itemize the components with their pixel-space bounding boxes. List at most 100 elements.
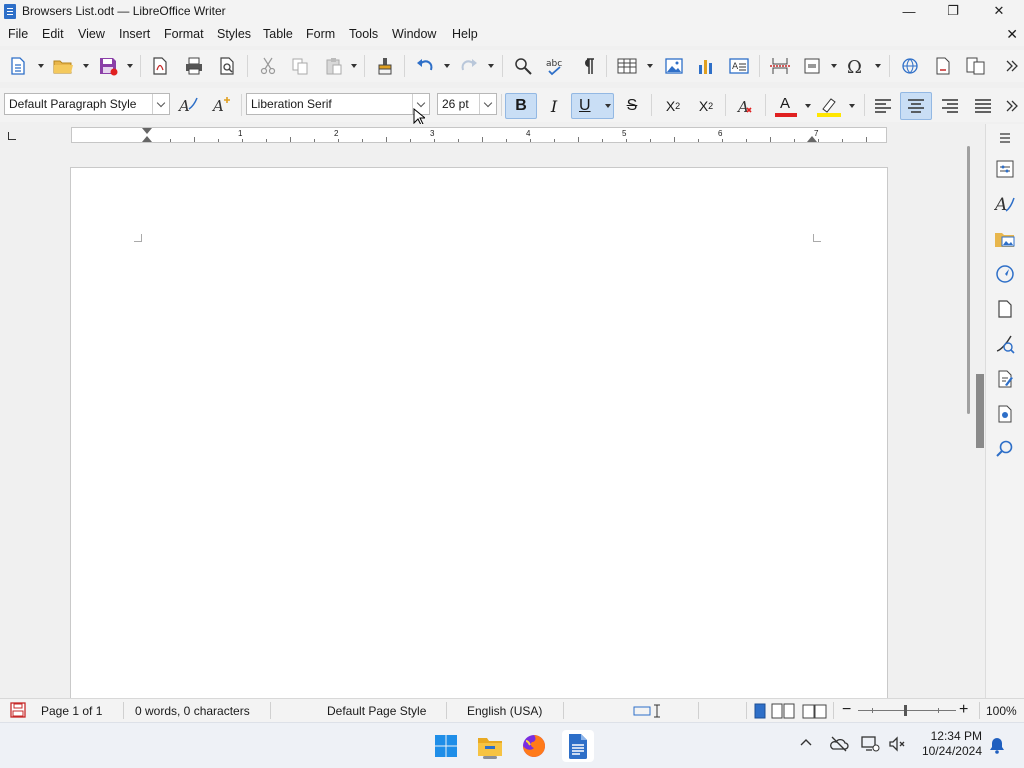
- document-canvas[interactable]: [0, 146, 975, 698]
- zoom-slider-thumb[interactable]: [904, 705, 907, 716]
- export-pdf-icon[interactable]: [148, 54, 172, 78]
- open-folder-icon[interactable]: [51, 54, 75, 78]
- highlighting-dropdown-arrow[interactable]: [848, 94, 856, 118]
- subscript-button[interactable]: X2: [694, 94, 718, 118]
- zoom-slider[interactable]: [858, 705, 956, 716]
- find-icon[interactable]: [993, 437, 1017, 461]
- bold-button[interactable]: B: [505, 93, 537, 119]
- menu-tools[interactable]: Tools: [349, 27, 378, 41]
- more-formatting-chevron-icon[interactable]: [1000, 94, 1024, 118]
- document-page[interactable]: [70, 167, 888, 698]
- cut-icon[interactable]: [256, 54, 280, 78]
- menu-format[interactable]: Format: [164, 27, 204, 41]
- scrollbar-thumb[interactable]: [967, 146, 970, 414]
- table-dropdown-arrow[interactable]: [646, 54, 654, 78]
- save-icon[interactable]: [96, 54, 120, 78]
- vertical-scrollbar[interactable]: [963, 146, 975, 698]
- insert-textbox-icon[interactable]: A: [727, 54, 751, 78]
- font-name-combo[interactable]: Liberation Serif: [246, 93, 430, 115]
- save-dropdown-arrow[interactable]: [126, 54, 134, 78]
- highlighting-color-button[interactable]: [817, 94, 841, 118]
- maximize-button[interactable]: ❐: [930, 0, 976, 22]
- undo-icon[interactable]: [413, 54, 437, 78]
- sidebar-menu-icon[interactable]: [993, 126, 1017, 150]
- insert-table-icon[interactable]: [615, 54, 639, 78]
- align-right-icon[interactable]: [938, 94, 962, 118]
- close-document-button[interactable]: ✕: [1006, 26, 1018, 43]
- selection-mode-icon[interactable]: [633, 703, 663, 719]
- paste-dropdown-arrow[interactable]: [350, 54, 358, 78]
- font-size-combo[interactable]: 26 pt: [437, 93, 497, 115]
- document-modified-icon[interactable]: [10, 702, 26, 718]
- hyperlink-icon[interactable]: [898, 54, 922, 78]
- print-icon[interactable]: [182, 54, 206, 78]
- manage-changes-icon[interactable]: [993, 367, 1017, 391]
- network-icon[interactable]: [860, 735, 880, 753]
- align-center-icon[interactable]: [900, 92, 932, 120]
- clone-formatting-icon[interactable]: [373, 54, 397, 78]
- first-line-indent-marker[interactable]: [142, 128, 152, 134]
- volume-muted-icon[interactable]: [887, 735, 907, 753]
- more-toolbar-chevron-icon[interactable]: [1000, 54, 1024, 78]
- page-style-status[interactable]: Default Page Style: [327, 704, 426, 718]
- multi-page-view-icon[interactable]: [771, 703, 797, 719]
- notifications-bell-icon[interactable]: [988, 736, 1006, 754]
- font-color-dropdown-arrow[interactable]: [804, 94, 812, 118]
- show-hidden-icons-chevron-icon[interactable]: [798, 735, 814, 751]
- left-indent-marker[interactable]: [142, 136, 152, 142]
- italic-button[interactable]: I: [542, 94, 566, 118]
- style-inspector-icon[interactable]: [993, 332, 1017, 356]
- styles-icon[interactable]: A: [993, 192, 1017, 216]
- open-dropdown-arrow[interactable]: [82, 54, 90, 78]
- undo-dropdown-arrow[interactable]: [443, 54, 451, 78]
- menu-form[interactable]: Form: [306, 27, 335, 41]
- footnote-icon[interactable]: [931, 54, 955, 78]
- minimize-button[interactable]: —: [886, 0, 932, 22]
- menu-table[interactable]: Table: [263, 27, 293, 41]
- new-document-icon[interactable]: [6, 54, 30, 78]
- font-size-dropdown-button[interactable]: [479, 94, 496, 114]
- navigator-icon[interactable]: [993, 262, 1017, 286]
- system-clock[interactable]: 12:34 PM 10/24/2024: [912, 729, 982, 759]
- onedrive-offline-icon[interactable]: [829, 735, 849, 753]
- underline-dropdown-arrow[interactable]: [604, 94, 612, 118]
- print-preview-icon[interactable]: [215, 54, 239, 78]
- horizontal-ruler[interactable]: 1 2 3 4 5 6 7: [71, 127, 887, 143]
- menu-view[interactable]: View: [78, 27, 105, 41]
- file-explorer-icon[interactable]: [474, 730, 506, 762]
- windows-start-icon[interactable]: [430, 730, 462, 762]
- gallery-icon[interactable]: [993, 227, 1017, 251]
- close-window-button[interactable]: ✕: [976, 0, 1022, 22]
- page-count[interactable]: Page 1 of 1: [41, 704, 102, 718]
- properties-icon[interactable]: [993, 157, 1017, 181]
- field-dropdown-arrow[interactable]: [830, 54, 838, 78]
- special-character-dropdown-arrow[interactable]: [874, 54, 882, 78]
- book-view-icon[interactable]: [801, 703, 829, 719]
- zoom-out-button[interactable]: −: [842, 701, 851, 719]
- spelling-icon[interactable]: abc: [544, 54, 568, 78]
- comment-icon[interactable]: [964, 54, 988, 78]
- menu-edit[interactable]: Edit: [42, 27, 64, 41]
- menu-file[interactable]: File: [8, 27, 28, 41]
- insert-field-icon[interactable]: [801, 54, 825, 78]
- menu-help[interactable]: Help: [452, 27, 478, 41]
- find-replace-icon[interactable]: [511, 54, 535, 78]
- redo-icon[interactable]: [457, 54, 481, 78]
- paragraph-style-combo[interactable]: Default Paragraph Style: [4, 93, 170, 115]
- tab-stop-selector[interactable]: [8, 132, 16, 140]
- word-count[interactable]: 0 words, 0 characters: [135, 704, 250, 718]
- page-break-icon[interactable]: [768, 54, 792, 78]
- copy-icon[interactable]: [288, 54, 312, 78]
- font-color-button[interactable]: A: [774, 94, 798, 118]
- paste-icon[interactable]: [322, 54, 346, 78]
- strikethrough-button[interactable]: S: [620, 94, 644, 118]
- language-status[interactable]: English (USA): [467, 704, 542, 718]
- paragraph-style-dropdown-button[interactable]: [152, 94, 169, 114]
- menu-window[interactable]: Window: [392, 27, 436, 41]
- menu-styles[interactable]: Styles: [217, 27, 251, 41]
- new-style-icon[interactable]: A: [210, 93, 234, 117]
- zoom-in-button[interactable]: +: [959, 701, 968, 719]
- insert-image-icon[interactable]: [662, 54, 686, 78]
- page-icon[interactable]: [993, 297, 1017, 321]
- justify-icon[interactable]: [971, 94, 995, 118]
